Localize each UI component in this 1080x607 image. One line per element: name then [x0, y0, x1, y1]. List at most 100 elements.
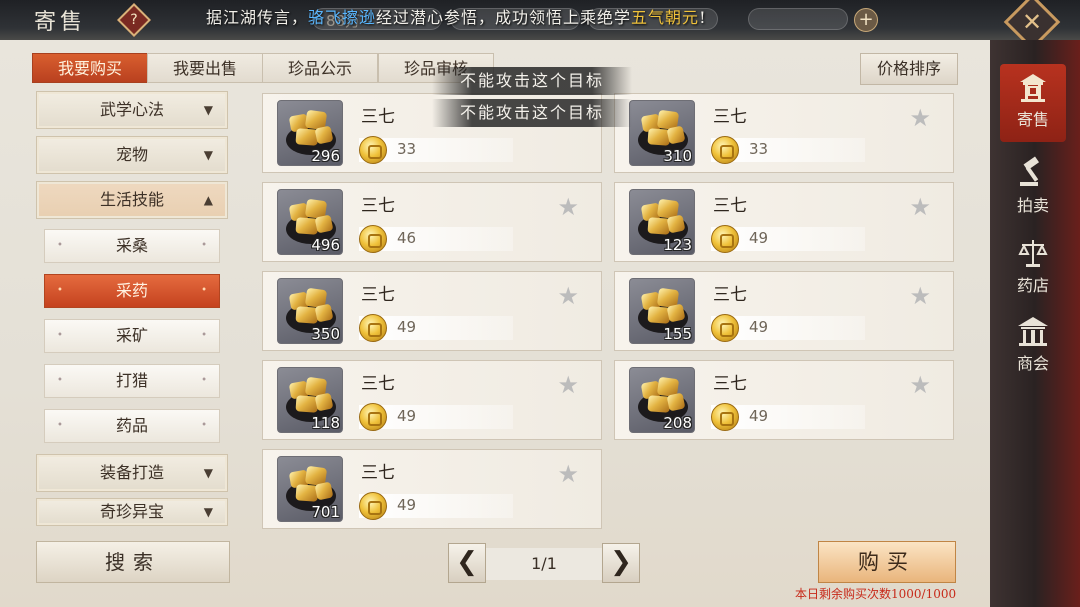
gold-coin-icon — [359, 136, 387, 164]
nav-label: 寄售 — [1016, 110, 1049, 129]
announcement-skill: 五气朝元 — [631, 8, 700, 27]
subcategory-mulberry[interactable]: • 采桑 • — [44, 229, 220, 263]
dot-icon: • — [201, 330, 207, 341]
tab-showcase[interactable]: 珍品公示 — [262, 53, 378, 83]
subcategory-herb[interactable]: • 采药 • — [44, 274, 220, 308]
item-thumbnail: 310 — [629, 100, 695, 166]
category-equipment-crafting[interactable]: 装备打造 ▼ — [36, 454, 228, 492]
item-thumbnail: 350 — [277, 278, 343, 344]
item-card[interactable]: 496 三七 46 ★ — [262, 182, 602, 262]
item-name: 三七 — [361, 196, 395, 216]
item-card[interactable]: 118 三七 49 ★ — [262, 360, 602, 440]
next-page-button[interactable]: ❯ — [602, 543, 640, 583]
status-tooltip: 不能攻击这个目标 — [432, 67, 632, 95]
category-life-skills[interactable]: 生活技能 ▲ — [36, 181, 228, 219]
star-icon[interactable]: ★ — [557, 193, 579, 221]
announcement-prefix: 据江湖传言， — [206, 8, 309, 27]
dot-icon: • — [57, 375, 63, 386]
item-quantity: 296 — [311, 147, 340, 165]
item-price: 33 — [397, 140, 417, 158]
item-name: 三七 — [713, 285, 747, 305]
category-martial-arts[interactable]: 武学心法 ▼ — [36, 91, 228, 129]
category-pet[interactable]: 宠物 ▼ — [36, 136, 228, 174]
item-quantity: 118 — [311, 414, 340, 432]
item-name: 三七 — [713, 107, 747, 127]
item-thumbnail: 208 — [629, 367, 695, 433]
item-name: 三七 — [361, 285, 395, 305]
chevron-down-icon: ▼ — [203, 148, 213, 162]
item-quantity: 155 — [663, 325, 692, 343]
category-rare-treasures[interactable]: 奇珍异宝 ▼ — [36, 498, 228, 526]
buy-button[interactable]: 购买 — [818, 541, 956, 583]
item-price: 33 — [749, 140, 769, 158]
subcategory-label: 采桑 — [115, 236, 148, 255]
gold-coin-icon — [711, 403, 739, 431]
dot-icon: • — [201, 240, 207, 251]
star-icon[interactable]: ★ — [557, 371, 579, 399]
currency-display-4 — [748, 8, 848, 30]
item-name: 三七 — [713, 374, 747, 394]
announcement-middle: 经过潜心参悟，成功领悟上乘绝学 — [376, 8, 632, 27]
subcategory-medicine[interactable]: • 药品 • — [44, 409, 220, 443]
subcategory-hunting[interactable]: • 打猎 • — [44, 364, 220, 398]
item-name: 三七 — [713, 196, 747, 216]
dot-icon: • — [57, 420, 63, 431]
category-label: 武学心法 — [99, 100, 164, 119]
item-quantity: 310 — [663, 147, 692, 165]
gold-coin-icon — [359, 314, 387, 342]
chevron-up-icon: ▲ — [203, 193, 213, 207]
nav-guild[interactable]: 商会 — [1000, 314, 1066, 374]
item-card[interactable]: 310 三七 33 ★ — [614, 93, 954, 173]
gold-coin-icon — [359, 225, 387, 253]
item-quantity: 496 — [311, 236, 340, 254]
item-card[interactable]: 155 三七 49 ★ — [614, 271, 954, 351]
item-name: 三七 — [361, 107, 395, 127]
search-button[interactable]: 搜索 — [36, 541, 230, 583]
item-card[interactable]: 123 三七 49 ★ — [614, 182, 954, 262]
item-quantity: 350 — [311, 325, 340, 343]
item-price: 49 — [749, 318, 769, 336]
star-icon[interactable]: ★ — [909, 193, 931, 221]
nav-auction[interactable]: 拍卖 — [1000, 156, 1066, 216]
tab-sell[interactable]: 我要出售 — [147, 53, 263, 83]
dot-icon: • — [57, 330, 63, 341]
item-thumbnail: 123 — [629, 189, 695, 255]
nav-consign[interactable]: 寄售 — [1000, 64, 1066, 142]
gold-coin-icon — [359, 492, 387, 520]
subcategory-label: 打猎 — [115, 371, 148, 390]
nav-pharmacy[interactable]: 药店 — [1000, 236, 1066, 296]
add-currency-button[interactable]: + — [854, 8, 878, 32]
item-price: 49 — [749, 229, 769, 247]
status-tooltip: 不能攻击这个目标 — [432, 99, 632, 127]
scale-icon — [1018, 240, 1048, 267]
chevron-down-icon: ▼ — [203, 466, 213, 480]
item-price: 49 — [397, 496, 417, 514]
star-icon[interactable]: ★ — [557, 460, 579, 488]
item-name: 三七 — [361, 374, 395, 394]
tab-buy[interactable]: 我要购买 — [32, 53, 148, 83]
star-icon[interactable]: ★ — [909, 282, 931, 310]
dot-icon: • — [201, 375, 207, 386]
item-card[interactable]: 350 三七 49 ★ — [262, 271, 602, 351]
purchase-limit-text: 本日剩余购买次数1000/1000 — [795, 587, 957, 601]
item-thumbnail: 701 — [277, 456, 343, 522]
star-icon[interactable]: ★ — [557, 282, 579, 310]
page-indicator: 1/1 — [486, 548, 602, 580]
system-announcement: 据江湖传言，骆飞擦逊经过潜心参悟，成功领悟上乘绝学五气朝元! — [206, 4, 707, 28]
chevron-down-icon: ▼ — [203, 103, 213, 117]
subcategory-mining[interactable]: • 采矿 • — [44, 319, 220, 353]
nav-label: 拍卖 — [1016, 196, 1049, 215]
category-label: 生活技能 — [99, 190, 164, 209]
item-card[interactable]: 208 三七 49 ★ — [614, 360, 954, 440]
prev-page-button[interactable]: ❮ — [448, 543, 486, 583]
item-card[interactable]: 701 三七 49 ★ — [262, 449, 602, 529]
subcategory-label: 采药 — [115, 281, 148, 300]
subcategory-label: 药品 — [115, 416, 148, 435]
item-quantity: 701 — [311, 503, 340, 521]
item-thumbnail: 296 — [277, 100, 343, 166]
price-sort-button[interactable]: 价格排序 — [860, 53, 958, 85]
category-label: 宠物 — [115, 145, 148, 164]
item-price: 49 — [397, 407, 417, 425]
star-icon[interactable]: ★ — [909, 371, 931, 399]
star-icon[interactable]: ★ — [909, 104, 931, 132]
